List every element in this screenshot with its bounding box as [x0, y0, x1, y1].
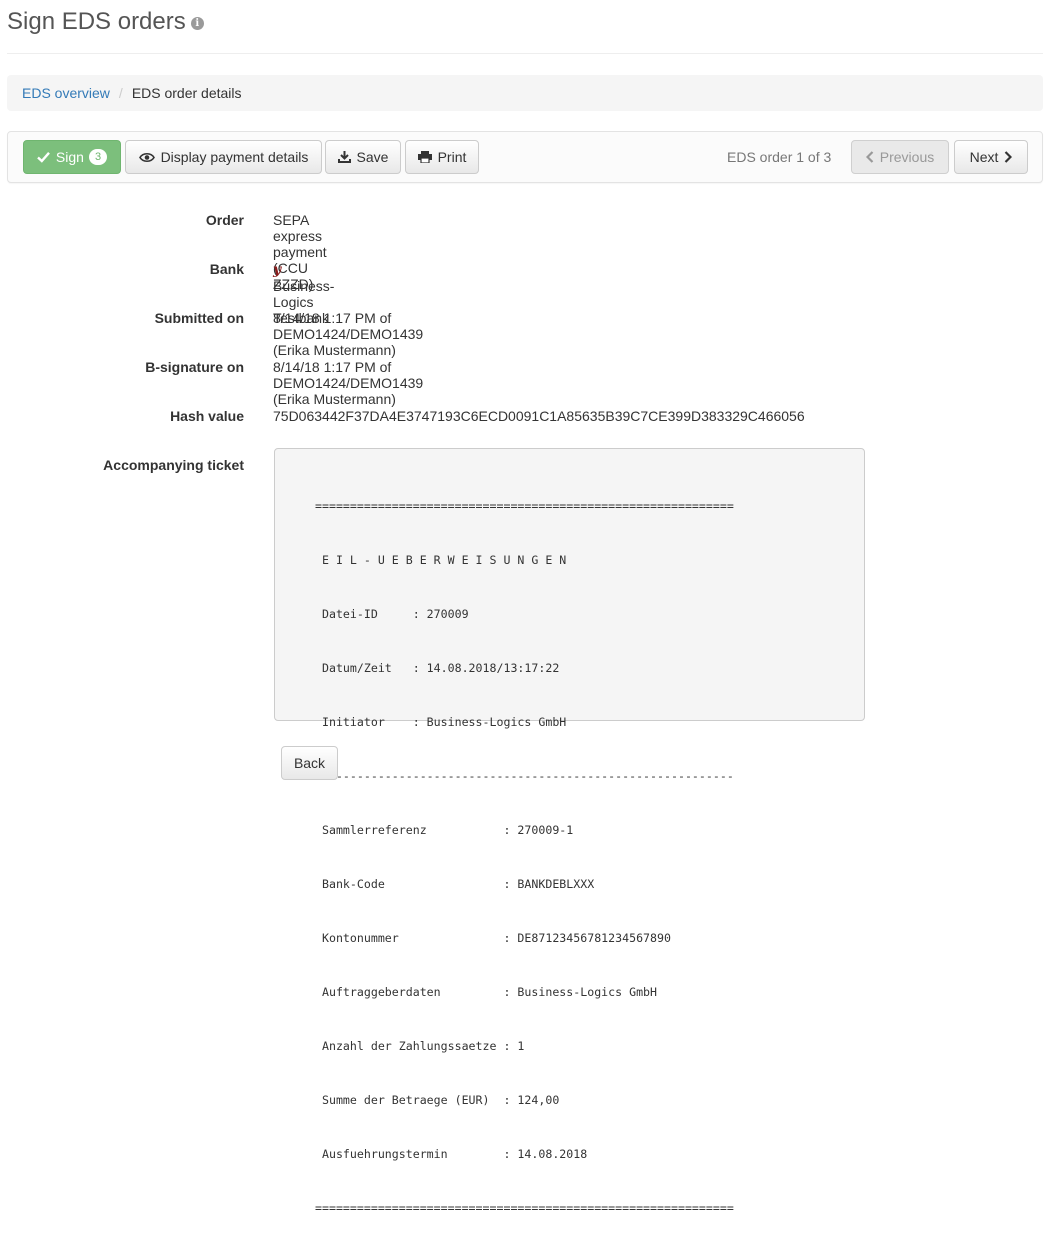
sign-button[interactable]: Sign 3 — [23, 140, 121, 174]
ticket-line: Bank-Code : BANKDEBLXXX — [315, 877, 595, 891]
display-payment-details-button[interactable]: Display payment details — [125, 140, 322, 174]
order-counter: EDS order 1 of 3 — [727, 149, 832, 165]
download-icon — [337, 151, 351, 163]
checkmark-icon — [37, 151, 50, 163]
bank-label: Bank — [209, 261, 244, 277]
b-signature-value: 8/14/18 1:17 PM of DEMO1424/DEMO1439 (Er… — [273, 359, 424, 407]
hash-value-label: Hash value — [170, 408, 244, 424]
page-title-text: Sign EDS orders — [7, 8, 186, 35]
ticket-line: Auftraggeberdaten : Business-Logics GmbH — [315, 985, 658, 999]
next-button[interactable]: Next — [954, 140, 1028, 174]
ticket-line: Ausfuehrungstermin : 14.08.2018 — [315, 1147, 588, 1161]
previous-button[interactable]: Previous — [851, 140, 949, 174]
ticket-line: Datum/Zeit : 14.08.2018/13:17:22 — [315, 661, 560, 675]
ticket-line: ========================================… — [315, 499, 734, 513]
next-button-label: Next — [969, 149, 999, 165]
accompanying-ticket-label: Accompanying ticket — [103, 457, 244, 473]
previous-button-label: Previous — [879, 149, 935, 165]
title-divider — [7, 53, 1043, 54]
ticket-line: Kontonummer : DE87123456781234567890 — [315, 931, 671, 945]
sign-count-badge: 3 — [88, 149, 108, 165]
breadcrumb-eds-order-details: EDS order details — [131, 85, 242, 101]
ticket-line: Datei-ID : 270009 — [315, 607, 469, 621]
eye-icon — [138, 152, 155, 163]
ticket-line: ========================================… — [315, 1201, 734, 1215]
print-button-label: Print — [437, 149, 467, 165]
breadcrumb: EDS overview / EDS order details — [7, 75, 1043, 111]
back-button[interactable]: Back — [281, 746, 338, 780]
ticket-line: Anzahl der Zahlungssaetze : 1 — [315, 1039, 525, 1053]
print-button[interactable]: Print — [405, 140, 479, 174]
order-label: Order — [205, 212, 244, 228]
breadcrumb-eds-overview[interactable]: EDS overview — [22, 85, 110, 101]
info-icon[interactable]: i — [190, 17, 204, 30]
printer-icon — [417, 151, 432, 163]
b-signature-label: B-signature on — [145, 359, 244, 375]
ticket-line: Initiator : Business-Logics GmbH — [315, 715, 567, 729]
toolbar: Sign 3 Display payment details Save Prin… — [7, 131, 1043, 183]
save-button-label: Save — [356, 149, 389, 165]
ticket-line: ----------------------------------------… — [315, 769, 734, 783]
ticket-line: E I L - U E B E R W E I S U N G E N — [315, 553, 567, 567]
chevron-left-icon — [865, 151, 874, 163]
ticket-line: Sammlerreferenz : 270009-1 — [315, 823, 574, 837]
chevron-right-icon — [1004, 151, 1013, 163]
save-button[interactable]: Save — [325, 140, 401, 174]
display-payment-details-label: Display payment details — [160, 149, 309, 165]
submitted-on-value: 8/14/18 1:17 PM of DEMO1424/DEMO1439 (Er… — [273, 310, 424, 358]
accompanying-ticket: ========================================… — [274, 448, 865, 1215]
breadcrumb-separator: / — [118, 85, 123, 101]
bank-logo-icon: y — [273, 262, 282, 278]
page-title: Sign EDS orders i — [7, 4, 204, 40]
ticket-line: Summe der Betraege (EUR) : 124,00 — [315, 1093, 560, 1107]
hash-value: 75D063442F37DA4E3747193C6ECD0091C1A85635… — [273, 408, 805, 424]
submitted-on-label: Submitted on — [154, 310, 244, 326]
sign-button-label: Sign — [55, 149, 84, 165]
